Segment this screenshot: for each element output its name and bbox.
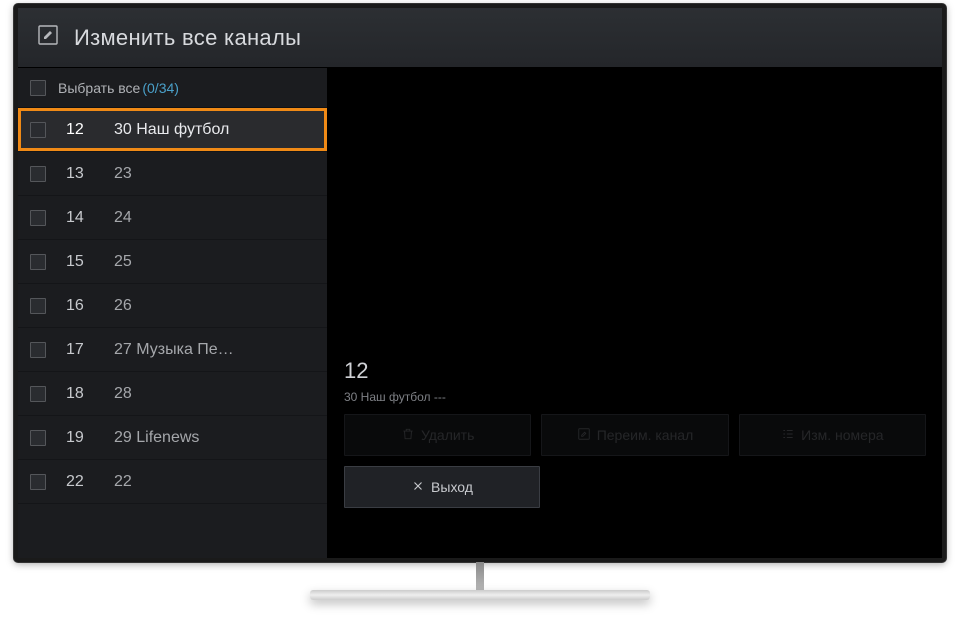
channel-name: 27 Музыка Пе… [114,341,315,359]
channel-name: 29 Lifenews [114,429,315,447]
channel-checkbox[interactable] [30,166,46,182]
channel-row[interactable]: 1727 Музыка Пе… [18,328,327,372]
rename-label: Переим. канал [597,427,694,443]
delete-button[interactable]: Удалить [344,414,531,456]
channel-number: 15 [66,253,114,271]
channel-name: 23 [114,165,315,183]
channel-name: 26 [114,297,315,315]
pencil-icon [577,427,591,444]
channel-list[interactable]: 1230 Наш футбол13231424152516261727 Музы… [18,108,327,558]
channel-checkbox[interactable] [30,430,46,446]
channel-checkbox[interactable] [30,342,46,358]
delete-label: Удалить [421,427,474,443]
channel-row[interactable]: 1929 Lifenews [18,416,327,460]
channel-row[interactable]: 1323 [18,152,327,196]
channel-number: 17 [66,341,114,359]
rename-button[interactable]: Переим. канал [541,414,728,456]
channel-name: 22 [114,473,315,491]
preview-channel-number: 12 [344,358,368,384]
header-bar: Изменить все каналы [18,8,942,68]
channel-row[interactable]: 1828 [18,372,327,416]
action-button-bar: Удалить Переим. канал [344,414,926,456]
renumber-button[interactable]: Изм. номера [739,414,926,456]
channel-sidebar: Выбрать все (0/34) 1230 Наш футбол132314… [18,68,328,558]
channel-row[interactable]: 1626 [18,284,327,328]
channel-row[interactable]: 1525 [18,240,327,284]
select-all-count: (0/34) [142,80,179,96]
channel-row[interactable]: 1424 [18,196,327,240]
channel-number: 18 [66,385,114,403]
channel-row[interactable]: 1230 Наш футбол [18,108,327,152]
exit-row: Выход [344,466,926,508]
channel-number: 16 [66,297,114,315]
main-body: Выбрать все (0/34) 1230 Наш футбол132314… [18,68,942,558]
select-all-label: Выбрать все [58,80,140,96]
channel-name: 28 [114,385,315,403]
select-all-row[interactable]: Выбрать все (0/34) [18,68,327,108]
channel-number: 12 [66,121,114,139]
channel-name: 25 [114,253,315,271]
channel-number: 22 [66,473,114,491]
close-icon [411,479,425,496]
channel-row[interactable]: 2222 [18,460,327,504]
channel-checkbox[interactable] [30,474,46,490]
page-title: Изменить все каналы [74,25,301,51]
channel-checkbox[interactable] [30,210,46,226]
list-icon [781,427,795,444]
preview-pane: 12 30 Наш футбол --- Удалить [328,68,942,558]
preview-channel-info: 30 Наш футбол --- [344,390,446,404]
renumber-label: Изм. номера [801,427,883,443]
trash-icon [401,427,415,444]
channel-checkbox[interactable] [30,298,46,314]
select-all-checkbox[interactable] [30,80,46,96]
channel-name: 24 [114,209,315,227]
tv-screen: Изменить все каналы Выбрать все (0/34) 1… [14,4,946,562]
channel-number: 14 [66,209,114,227]
tv-base [310,590,650,600]
channel-checkbox[interactable] [30,254,46,270]
tv-stand [476,562,484,592]
exit-label: Выход [431,479,473,495]
channel-number: 13 [66,165,114,183]
edit-icon [36,23,74,52]
channel-name: 30 Наш футбол [114,121,315,139]
channel-checkbox[interactable] [30,122,46,138]
channel-checkbox[interactable] [30,386,46,402]
channel-number: 19 [66,429,114,447]
exit-button[interactable]: Выход [344,466,540,508]
